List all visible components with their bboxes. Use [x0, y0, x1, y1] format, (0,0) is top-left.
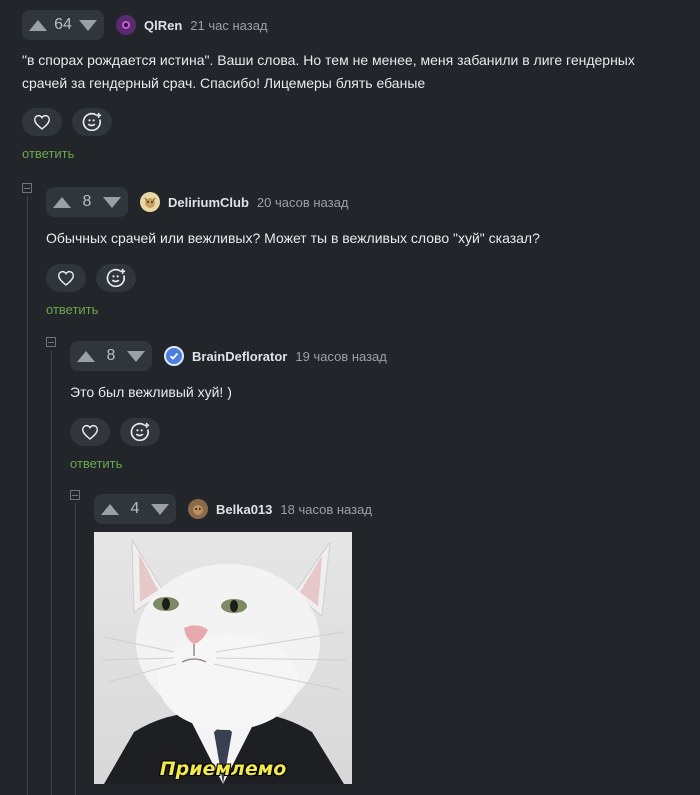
comment-actions: [22, 108, 700, 136]
comment-time[interactable]: 19 часов назад: [295, 349, 387, 364]
emoji-plus-icon: [82, 112, 102, 132]
triangle-up-icon[interactable]: [53, 196, 71, 208]
comment-header: 64 QlRen 21 час назад: [22, 7, 700, 43]
react-button[interactable]: [72, 108, 112, 136]
heart-icon: [81, 424, 99, 440]
react-button[interactable]: [120, 418, 160, 446]
image-caption: Приемлемо: [159, 758, 287, 780]
comment-text: "в спорах рождается истина". Ваши слова.…: [22, 49, 700, 95]
vote-score: 4: [130, 500, 140, 517]
triangle-down-icon[interactable]: [79, 19, 97, 31]
thread-line: [75, 503, 76, 795]
vote-widget: 8: [70, 341, 152, 371]
comment-actions: [70, 418, 700, 446]
like-button[interactable]: [70, 418, 110, 446]
thread-line: [51, 350, 52, 795]
comment-text: Это был вежливый хуй! ): [70, 384, 232, 400]
comment-time[interactable]: 20 часов назад: [257, 195, 349, 210]
vote-score: 8: [82, 193, 92, 210]
vote-widget: 4: [94, 494, 176, 524]
checkmark-badge-icon[interactable]: [164, 346, 184, 366]
heart-icon: [57, 270, 75, 286]
avatar[interactable]: [116, 15, 136, 35]
reply-link[interactable]: ответить: [70, 456, 122, 471]
comment-text: Обычных срачей или вежливых? Может ты в …: [46, 230, 540, 246]
vote-score: 64: [54, 16, 72, 33]
comment-time[interactable]: 21 час назад: [190, 18, 267, 33]
triangle-up-icon[interactable]: [77, 350, 95, 362]
comment: 64 QlRen 21 час назад "в спорах рождаетс…: [22, 7, 700, 163]
triangle-down-icon[interactable]: [127, 350, 145, 362]
triangle-down-icon[interactable]: [103, 196, 121, 208]
emoji-plus-icon: [130, 422, 150, 442]
comment: 8 BrainDeflorator 19 часов назад Это был…: [70, 338, 700, 473]
comment: 8 DeliriumClub 20 часов назад Обычных ср…: [46, 184, 700, 319]
heart-icon: [33, 114, 51, 130]
comment: 4 Belka013 18 часов назад: [94, 491, 700, 527]
triangle-up-icon[interactable]: [29, 19, 47, 31]
emoji-plus-icon: [106, 268, 126, 288]
thread-line: [27, 196, 28, 795]
avatar[interactable]: [140, 192, 160, 212]
like-button[interactable]: [22, 108, 62, 136]
reply-link[interactable]: ответить: [46, 302, 98, 317]
author-name[interactable]: Belka013: [216, 502, 272, 517]
comment-actions: [46, 264, 700, 292]
author-name[interactable]: BrainDeflorator: [192, 349, 287, 364]
like-button[interactable]: [46, 264, 86, 292]
react-button[interactable]: [96, 264, 136, 292]
minus-square-icon[interactable]: [46, 337, 56, 347]
reply-link[interactable]: ответить: [22, 146, 74, 161]
comment-text-line: срачей за гендерный срач. Спасибо! Лицем…: [22, 75, 426, 91]
minus-square-icon[interactable]: [22, 183, 32, 193]
vote-widget: 8: [46, 187, 128, 217]
vote-widget: 64: [22, 10, 104, 40]
comment-image[interactable]: Приемлемо: [94, 532, 352, 784]
comment-time[interactable]: 18 часов назад: [280, 502, 372, 517]
cat-in-suit-image: [101, 538, 347, 784]
triangle-down-icon[interactable]: [151, 503, 169, 515]
author-name[interactable]: DeliriumClub: [168, 195, 249, 210]
minus-square-icon[interactable]: [70, 490, 80, 500]
comment-header: 8 BrainDeflorator 19 часов назад: [70, 338, 700, 374]
avatar[interactable]: [188, 499, 208, 519]
comment-text-line: "в спорах рождается истина". Ваши слова.…: [22, 52, 635, 68]
triangle-up-icon[interactable]: [101, 503, 119, 515]
vote-score: 8: [106, 347, 116, 364]
comment-header: 4 Belka013 18 часов назад: [94, 491, 700, 527]
comment-header: 8 DeliriumClub 20 часов назад: [46, 184, 700, 220]
author-name[interactable]: QlRen: [144, 18, 182, 33]
